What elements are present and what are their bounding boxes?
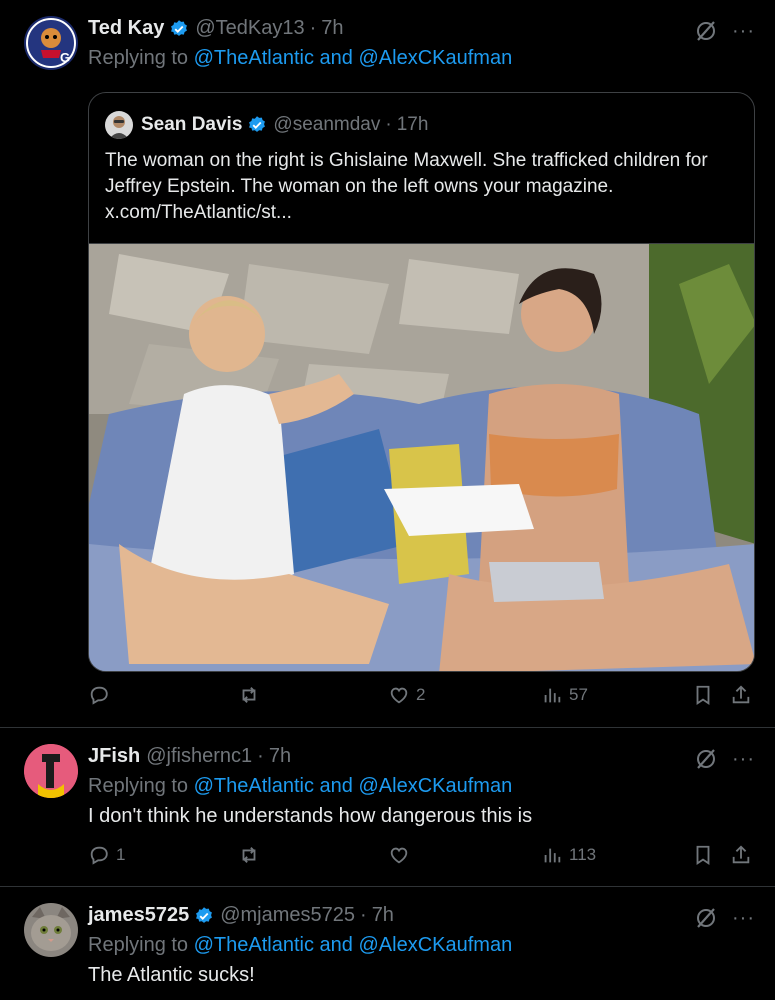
mention-alexckaufman[interactable]: @AlexCKaufman xyxy=(358,934,512,956)
mention-and: and xyxy=(319,47,353,69)
views-count: 57 xyxy=(569,685,588,704)
avatar[interactable] xyxy=(24,744,78,798)
display-name[interactable]: Ted Kay xyxy=(88,17,164,40)
quoted-photo[interactable] xyxy=(89,243,754,671)
handle[interactable]: @TedKay13 xyxy=(195,17,304,40)
views-count: 113 xyxy=(569,845,597,864)
post-tedkay[interactable]: G Ted Kay @TedKay13 · 7h ··· Replying to… xyxy=(0,0,775,728)
replying-prefix: Replying to xyxy=(88,934,189,956)
quoted-timestamp[interactable]: 17h xyxy=(397,114,429,136)
quoted-handle[interactable]: @seanmdav xyxy=(273,114,380,136)
views-button[interactable]: 113 xyxy=(541,844,596,866)
quoted-display-name[interactable]: Sean Davis xyxy=(141,114,242,136)
action-bar: 1 113 xyxy=(88,844,758,874)
post-jfish[interactable]: JFish @jfishernc1 · 7h ··· Replying to @… xyxy=(0,728,775,886)
repost-icon xyxy=(242,687,256,703)
views-icon xyxy=(544,848,561,863)
views-button[interactable]: 57 xyxy=(541,684,588,706)
mention-theatlantic[interactable]: @TheAtlantic xyxy=(194,47,314,69)
mention-alexckaufman[interactable]: @AlexCKaufman xyxy=(358,775,512,797)
separator: · xyxy=(360,904,367,926)
replying-to: Replying to @TheAtlantic and @AlexCKaufm… xyxy=(88,775,512,798)
reply-button[interactable] xyxy=(88,684,116,706)
timestamp[interactable]: 7h xyxy=(372,904,394,927)
like-count: 2 xyxy=(416,685,426,704)
share-button[interactable] xyxy=(730,684,752,706)
repost-icon xyxy=(242,847,256,863)
grok-icon[interactable] xyxy=(694,19,718,43)
share-icon xyxy=(732,845,750,864)
bookmark-icon xyxy=(696,845,710,865)
reply-icon xyxy=(90,686,108,705)
replying-prefix: Replying to xyxy=(88,47,189,69)
verified-badge-icon xyxy=(249,116,266,132)
like-icon xyxy=(390,687,408,704)
bookmark-button[interactable] xyxy=(692,684,714,706)
quoted-post-card[interactable]: Sean Davis @seanmdav · 17h The woman on … xyxy=(88,92,755,672)
post-james5725[interactable]: james5725 @mjames5725 · 7h ··· Replying … xyxy=(0,887,775,1000)
like-button[interactable] xyxy=(388,844,416,866)
quoted-text-body: The woman on the right is Ghislaine Maxw… xyxy=(105,150,708,197)
share-icon xyxy=(732,685,750,704)
display-name[interactable]: JFish xyxy=(88,745,140,768)
replying-to: Replying to @TheAtlantic and @AlexCKaufm… xyxy=(88,934,512,957)
reply-count: 1 xyxy=(116,845,126,864)
svg-text:G: G xyxy=(60,50,70,65)
reply-timeline: G Ted Kay @TedKay13 · 7h ··· Replying to… xyxy=(0,0,775,1000)
separator: · xyxy=(309,17,317,39)
handle[interactable]: @mjames5725 xyxy=(220,904,355,927)
timestamp[interactable]: 7h xyxy=(269,745,291,768)
bookmark-icon xyxy=(696,685,710,705)
quoted-avatar[interactable] xyxy=(105,111,133,139)
separator: · xyxy=(257,745,264,767)
action-bar: 2 57 xyxy=(88,684,758,714)
replying-to: Replying to @TheAtlantic and @AlexCKaufm… xyxy=(88,47,512,70)
verified-badge-icon xyxy=(171,19,188,36)
mention-and: and xyxy=(319,775,353,797)
more-icon[interactable]: ··· xyxy=(732,908,755,928)
mention-alexckaufman[interactable]: @AlexCKaufman xyxy=(358,47,512,69)
bookmark-button[interactable] xyxy=(692,844,714,866)
share-button[interactable] xyxy=(730,844,752,866)
quoted-link[interactable]: x.com/TheAtlantic/st... xyxy=(105,200,745,226)
more-icon[interactable]: ··· xyxy=(732,749,755,769)
views-icon xyxy=(544,688,561,703)
repost-button[interactable] xyxy=(238,684,266,706)
like-button[interactable]: 2 xyxy=(388,684,425,706)
grok-icon[interactable] xyxy=(694,747,718,771)
quoted-post-text: The woman on the right is Ghislaine Maxw… xyxy=(105,148,745,226)
repost-button[interactable] xyxy=(238,844,266,866)
more-icon[interactable]: ··· xyxy=(732,21,755,41)
verified-badge-icon xyxy=(196,906,213,923)
reply-button[interactable]: 1 xyxy=(88,844,125,866)
timestamp[interactable]: 7h xyxy=(321,17,343,40)
avatar[interactable]: G xyxy=(24,16,78,70)
handle[interactable]: @jfishernc1 xyxy=(146,745,252,768)
mention-and: and xyxy=(319,934,353,956)
reply-icon xyxy=(90,846,108,865)
replying-prefix: Replying to xyxy=(88,775,189,797)
mention-theatlantic[interactable]: @TheAtlantic xyxy=(194,775,314,797)
post-text: The Atlantic sucks! xyxy=(88,964,255,986)
mention-theatlantic[interactable]: @TheAtlantic xyxy=(194,934,314,956)
grok-icon[interactable] xyxy=(694,906,718,930)
display-name[interactable]: james5725 xyxy=(88,904,189,927)
separator: · xyxy=(385,114,392,135)
post-text: I don't think he understands how dangero… xyxy=(88,805,533,827)
avatar[interactable] xyxy=(24,903,78,957)
like-icon xyxy=(390,847,408,864)
